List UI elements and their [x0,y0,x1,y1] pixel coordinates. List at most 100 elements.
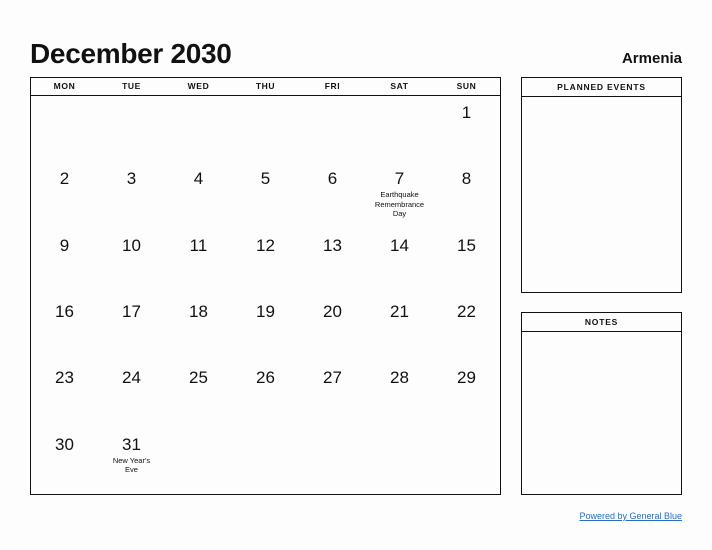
calendar-day-cell[interactable]: 25 [165,361,232,427]
day-number: 21 [390,301,409,321]
day-of-week-fri: FRI [324,81,341,91]
calendar-day-cell[interactable]: 24 [98,361,165,427]
day-event-line: Remembrance [374,199,425,209]
calendar-week-row: 9 10 11 12 13 14 15 [31,229,500,295]
calendar-day-cell[interactable]: 28 [366,361,433,427]
country-label: Armenia [621,50,682,67]
day-number: 23 [55,368,74,388]
day-number: 12 [256,235,275,255]
calendar-week-row: 23 24 25 26 27 28 29 [31,361,500,427]
calendar-week-row: 30 31 New Year's Eve [31,428,500,494]
day-event-line: New Year's [112,455,151,465]
day-of-week-tue: TUE [122,81,141,91]
calendar-day-cell[interactable]: 20 [299,295,366,361]
calendar-day-cell[interactable]: 22 [433,295,500,361]
day-number: 29 [457,368,476,388]
day-number: 16 [55,301,74,321]
day-number: 13 [323,235,342,255]
calendar-day-cell[interactable]: 9 [31,229,98,295]
day-number: 7 [394,169,405,189]
day-number: 20 [323,301,342,321]
calendar-empty-cell [299,96,366,162]
calendar-day-cell[interactable]: 15 [433,229,500,295]
calendar-day-cell[interactable]: 3 [98,162,165,228]
day-number: 8 [461,169,472,189]
day-of-week-mon: MON [53,81,76,91]
calendar-day-cell[interactable]: 4 [165,162,232,228]
day-number: 10 [122,235,141,255]
day-number: 28 [390,368,409,388]
day-number: 6 [327,169,338,189]
calendar-empty-cell [31,96,98,162]
day-of-week-sat: SAT [390,81,409,91]
calendar-day-cell[interactable]: 31 New Year's Eve [98,428,165,494]
calendar-day-cell[interactable]: 1 [433,96,500,162]
calendar-day-cell[interactable]: 14 [366,229,433,295]
day-number: 31 [122,434,141,454]
day-number: 9 [59,235,70,255]
calendar-day-cell[interactable]: 8 [433,162,500,228]
calendar-day-cell[interactable]: 5 [232,162,299,228]
calendar-empty-cell [165,96,232,162]
day-number: 2 [59,169,70,189]
calendar-day-cell[interactable]: 29 [433,361,500,427]
calendar-empty-cell [433,428,500,494]
calendar-empty-cell [232,428,299,494]
day-event-list: Earthquake Remembrance Day [366,190,433,219]
day-of-week-sun: SUN [456,81,477,91]
day-number: 5 [260,169,271,189]
day-number: 24 [122,368,141,388]
day-of-week-thu: THU [255,81,276,91]
calendar-day-cell[interactable]: 19 [232,295,299,361]
planned-events-title: PLANNED EVENTS [522,78,681,97]
notes-title: NOTES [522,313,681,332]
day-number: 26 [256,368,275,388]
calendar-weeks: 1 2 3 4 5 6 7 Earthquake Remembrance Day 8 9 10 11 12 1… [31,96,500,494]
day-number: 1 [461,103,472,122]
day-number: 19 [256,301,275,321]
planned-events-writing-area[interactable] [522,97,681,292]
calendar-day-cell[interactable]: 21 [366,295,433,361]
day-number: 27 [323,368,342,388]
calendar-day-cell[interactable]: 30 [31,428,98,494]
day-event-line: Earthquake [380,190,419,200]
notes-writing-area[interactable] [522,332,681,494]
calendar-day-cell[interactable]: 2 [31,162,98,228]
day-number: 3 [126,169,137,189]
calendar-day-cell[interactable]: 17 [98,295,165,361]
calendar-grid: MON TUE WED THU FRI SAT SUN 1 2 3 4 5 6 7 Earth… [30,77,501,495]
calendar-week-row: 16 17 18 19 20 21 22 [31,295,500,361]
calendar-page: December 2030 Armenia MON TUE WED THU FR… [0,0,712,550]
calendar-day-cell[interactable]: 27 [299,361,366,427]
calendar-empty-cell [366,428,433,494]
calendar-day-cell[interactable]: 18 [165,295,232,361]
day-of-week-header-row: MON TUE WED THU FRI SAT SUN [31,78,500,96]
calendar-day-cell[interactable]: 10 [98,229,165,295]
calendar-day-cell[interactable]: 7 Earthquake Remembrance Day [366,162,433,228]
calendar-week-row: 1 [31,96,500,162]
day-number: 11 [189,235,208,255]
footer: Powered by General Blue [521,506,682,524]
calendar-day-cell[interactable]: 16 [31,295,98,361]
calendar-day-cell[interactable]: 26 [232,361,299,427]
day-of-week-wed: WED [187,81,210,91]
day-number: 15 [457,235,476,255]
calendar-day-cell[interactable]: 11 [165,229,232,295]
calendar-empty-cell [232,96,299,162]
day-number: 4 [193,169,204,189]
calendar-day-cell[interactable]: 13 [299,229,366,295]
calendar-empty-cell [165,428,232,494]
powered-by-link[interactable]: Powered by General Blue [579,511,682,521]
planned-events-panel: PLANNED EVENTS [521,77,682,293]
calendar-empty-cell [366,96,433,162]
calendar-empty-cell [98,96,165,162]
day-number: 30 [55,434,74,454]
calendar-day-cell[interactable]: 6 [299,162,366,228]
calendar-week-row: 2 3 4 5 6 7 Earthquake Remembrance Day 8 [31,162,500,228]
calendar-day-cell[interactable]: 12 [232,229,299,295]
day-number: 25 [189,368,208,388]
calendar-day-cell[interactable]: 23 [31,361,98,427]
day-event-line: Eve [125,465,138,475]
day-event-line: Day [392,209,407,219]
page-title: December 2030 [30,38,232,69]
